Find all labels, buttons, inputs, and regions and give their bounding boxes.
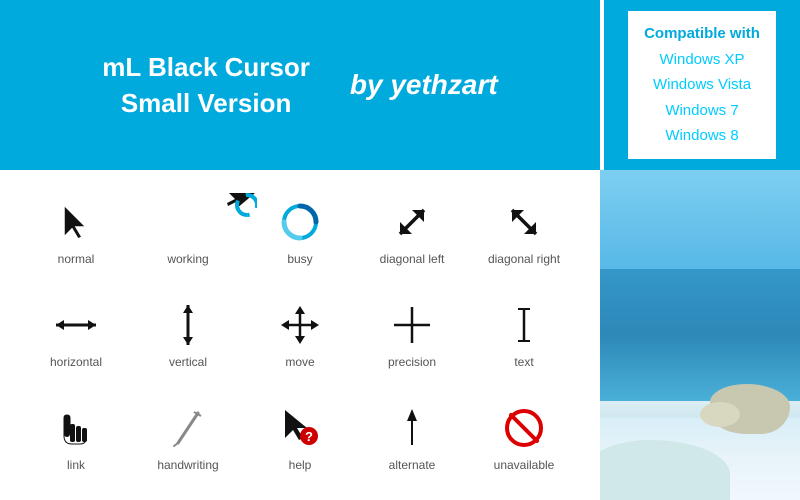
main-content: normal working [0,170,800,500]
cursor-item-vertical: vertical [138,301,238,369]
horizontal-icon [54,301,98,349]
normal-label: normal [58,252,95,266]
text-icon [514,301,534,349]
header-left: mL Black Cursor Small Version by yethzar… [0,0,600,170]
cursor-item-unavailable: unavailable [474,404,574,472]
alternate-label: alternate [389,458,436,472]
handwriting-icon [168,404,208,452]
cursor-item-handwriting: handwriting [138,404,238,472]
cursor-item-diag-left: diagonal left [362,198,462,266]
vertical-label: vertical [169,355,207,369]
link-label: link [67,458,85,472]
cursor-item-horizontal: horizontal [26,301,126,369]
cursor-row-2: horizontal vertical [20,283,580,386]
compat-title: Compatible with [644,21,760,47]
help-icon: ? [281,404,319,452]
cursors-area: normal working [0,170,600,500]
side-beach-image [600,170,800,500]
link-icon [58,404,94,452]
cursor-item-precision: precision [362,301,462,369]
unavailable-icon [504,404,544,452]
header: mL Black Cursor Small Version by yethzar… [0,0,800,170]
cursor-row-3: link handwriting ? [20,387,580,490]
compat-os-8: Windows 8 [644,123,760,149]
busy-icon [280,198,320,246]
compat-os-7: Windows 7 [644,98,760,124]
text-label: text [514,355,533,369]
cursor-item-diag-right: diagonal right [474,198,574,266]
cursor-item-link: link [26,404,126,472]
working-label: working [167,252,208,266]
author-label: by yethzart [350,69,498,101]
diagonal-right-icon [504,198,544,246]
compat-info: Compatible with Windows XP Windows Vista… [628,11,776,159]
normal-icon [60,198,92,246]
cursor-item-normal: normal [26,198,126,266]
cursor-item-move: move [250,301,350,369]
help-label: help [289,458,312,472]
diagonal-left-icon [392,198,432,246]
compat-os-vista: Windows Vista [644,72,760,98]
header-right: Compatible with Windows XP Windows Vista… [600,0,800,170]
vertical-icon [178,301,198,349]
unavailable-label: unavailable [494,458,555,472]
alternate-icon [397,404,427,452]
cursor-item-help: ? help [250,404,350,472]
move-label: move [285,355,314,369]
diagonal-left-label: diagonal left [380,252,445,266]
water [600,269,800,401]
cursor-item-working: working [138,198,238,266]
cursor-row-1: normal working [20,180,580,283]
app-title: mL Black Cursor Small Version [102,49,310,122]
working-icon [167,198,209,246]
handwriting-label: handwriting [157,458,218,472]
diagonal-right-label: diagonal right [488,252,560,266]
svg-text:?: ? [305,429,313,444]
compat-os-xp: Windows XP [644,47,760,73]
cursor-item-text: text [474,301,574,369]
precision-label: precision [388,355,436,369]
busy-label: busy [287,252,312,266]
cursor-item-alternate: alternate [362,404,462,472]
horizontal-label: horizontal [50,355,102,369]
move-icon [279,301,321,349]
precision-icon [392,301,432,349]
